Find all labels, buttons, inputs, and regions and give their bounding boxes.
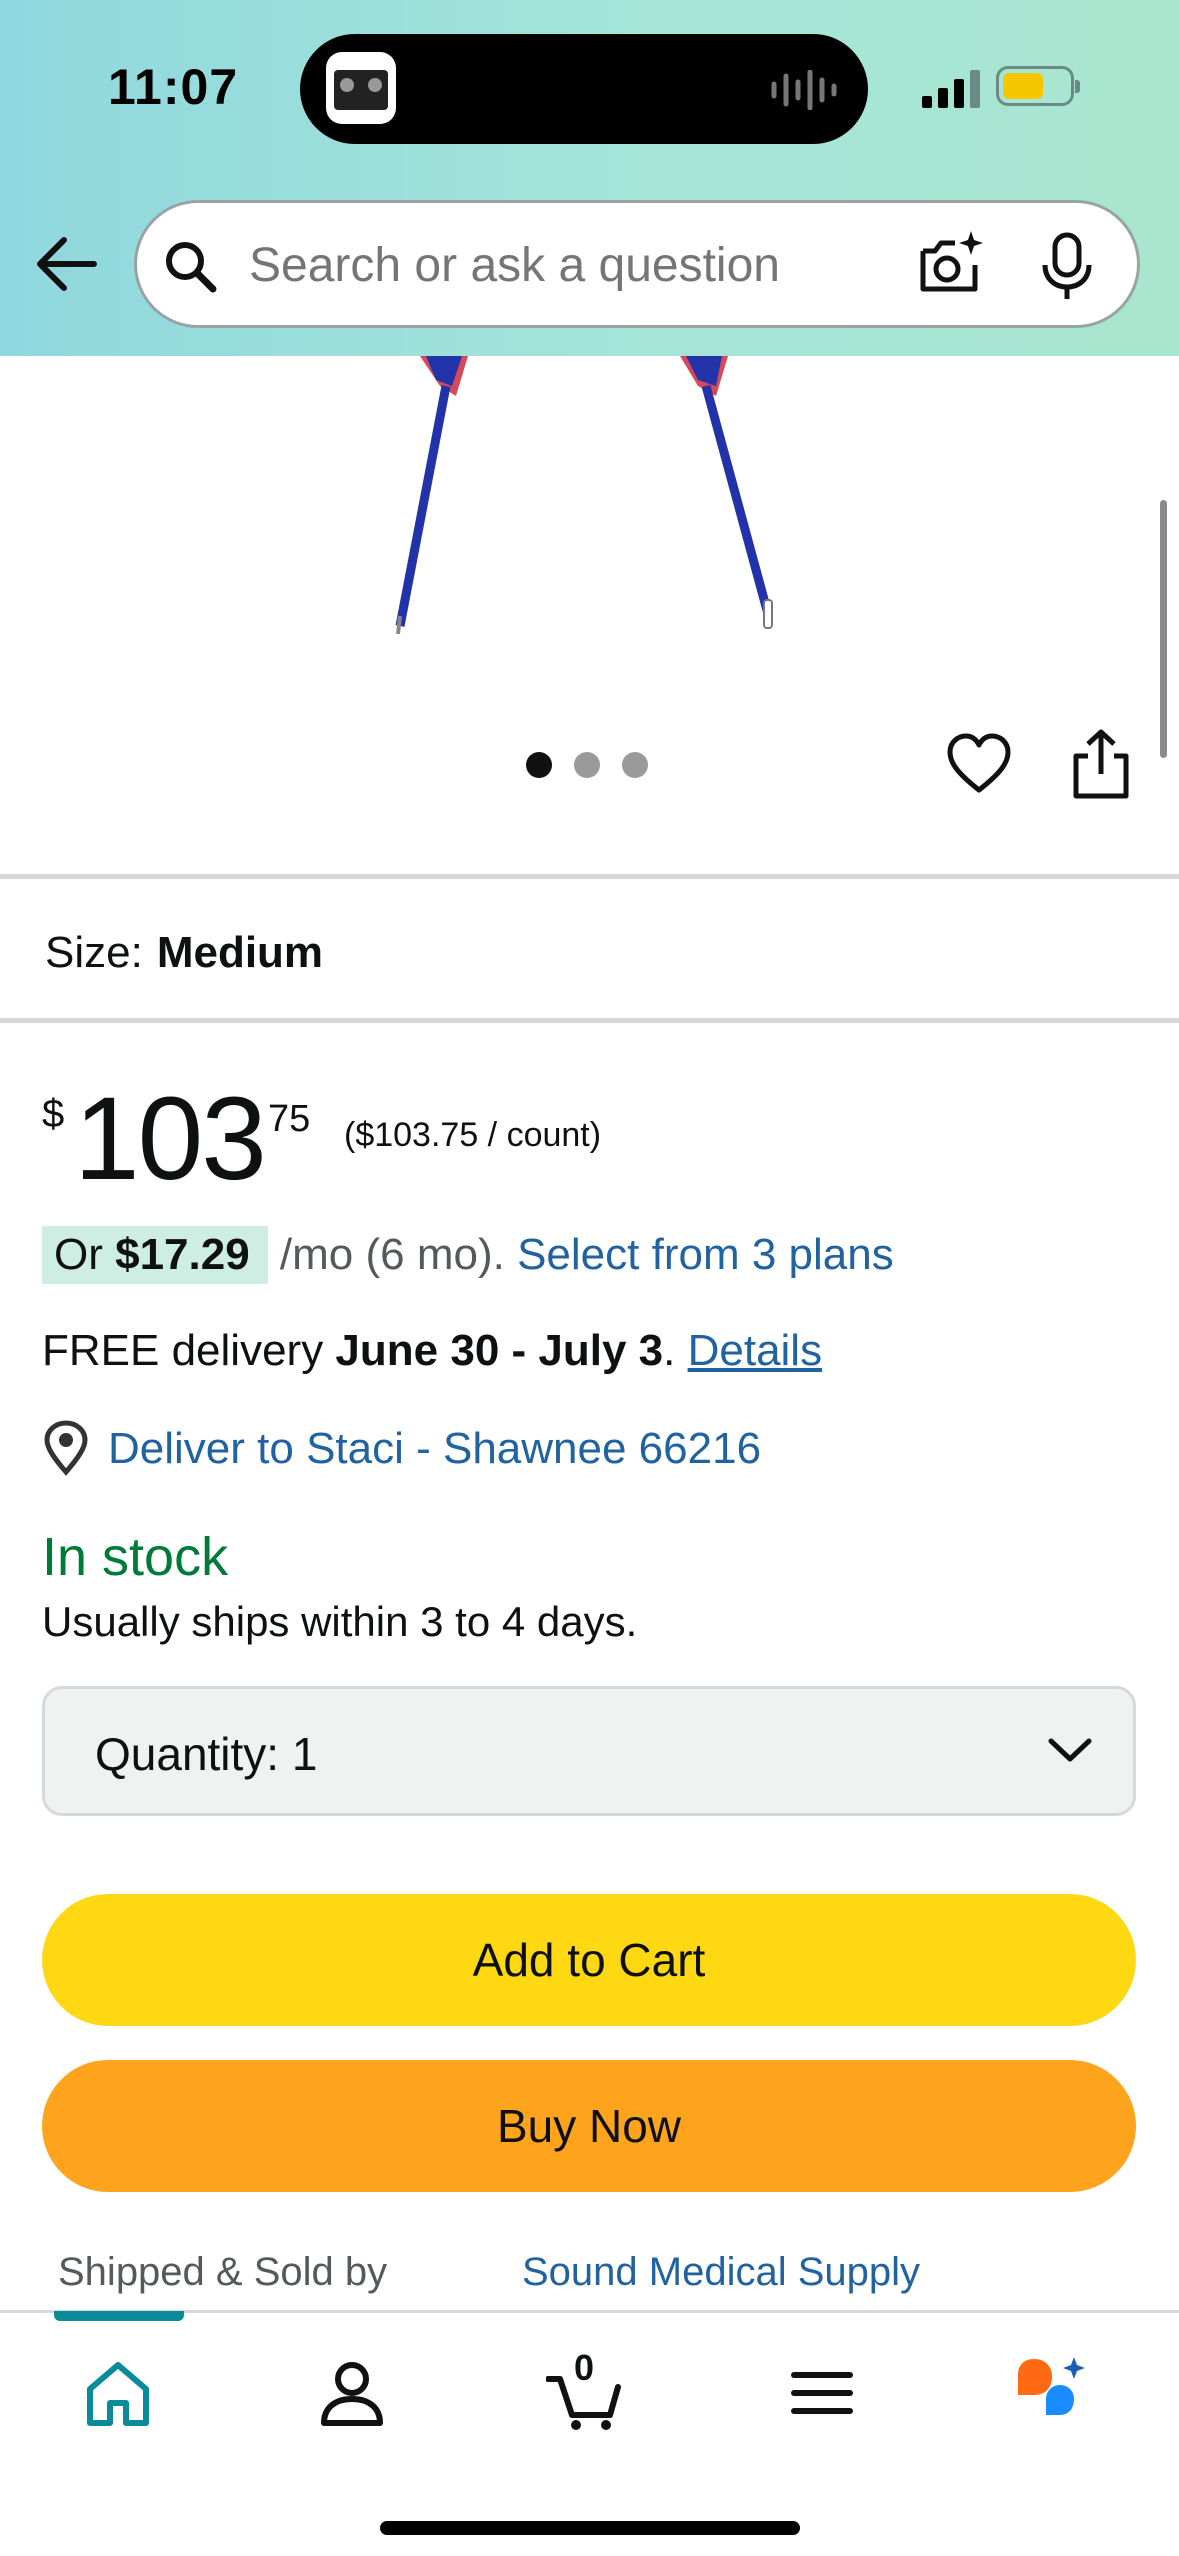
active-tab-indicator	[54, 2311, 184, 2321]
audio-waveform-icon	[771, 70, 837, 110]
menu-icon	[791, 2372, 853, 2414]
divider	[0, 1018, 1179, 1023]
gallery-page-indicator[interactable]	[526, 752, 648, 782]
mic-icon[interactable]	[1037, 231, 1097, 301]
buy-now-button[interactable]: Buy Now	[42, 2060, 1136, 2192]
camera-icon[interactable]	[915, 229, 985, 299]
heart-icon[interactable]	[946, 732, 1012, 798]
home-indicator	[380, 2521, 800, 2535]
location-pin-icon	[44, 1420, 88, 1476]
monthly-payment-badge: Or $17.29	[42, 1226, 268, 1284]
shipped-sold-by-label: Shipped & Sold by	[58, 2250, 388, 2294]
price-symbol: $	[42, 1092, 65, 1136]
share-icon[interactable]	[1070, 728, 1132, 800]
tab-account[interactable]	[312, 2353, 392, 2433]
bottom-tab-bar: 0	[0, 2310, 1179, 2556]
add-to-cart-button[interactable]: Add to Cart	[42, 1894, 1136, 2026]
search-bar[interactable]	[134, 200, 1140, 328]
deliver-to-text: Deliver to Staci - Shawnee 66216	[108, 1424, 762, 1473]
chevron-down-icon	[1048, 1738, 1092, 1762]
price-whole: 103	[74, 1073, 267, 1205]
size-value: Medium	[156, 928, 324, 977]
price-per-unit: ($103.75 / count)	[344, 1116, 602, 1154]
product-image-gallery[interactable]	[0, 356, 1179, 876]
quantity-dropdown[interactable]: Quantity: 1	[42, 1686, 1136, 1816]
delivery-details-link[interactable]: Details	[688, 1326, 823, 1375]
header: 11:07	[0, 0, 1179, 356]
cart-count-badge: 0	[574, 2347, 595, 2388]
live-activity-app-icon	[326, 52, 396, 124]
select-plans-link[interactable]: Select from 3 plans	[517, 1230, 894, 1279]
delivery-info: FREE delivery June 30 - July 3. Details	[42, 1326, 823, 1375]
shipping-estimate: Usually ships within 3 to 4 days.	[42, 1598, 638, 1645]
seller-link[interactable]: Sound Medical Supply	[522, 2250, 920, 2295]
home-icon	[87, 2362, 149, 2426]
quantity-label: Quantity: 1	[95, 1728, 318, 1780]
battery-icon	[996, 66, 1080, 106]
tab-home[interactable]	[78, 2353, 158, 2433]
search-input[interactable]	[249, 233, 869, 297]
tab-menu[interactable]	[782, 2353, 862, 2433]
size-label: Size:	[45, 928, 143, 977]
status-time: 11:07	[108, 59, 239, 115]
quantity-value: 1	[291, 1728, 318, 1780]
page-dot-3[interactable]	[622, 752, 648, 778]
monthly-payment: Or $17.29 /mo (6 mo). Select from 3 plan…	[42, 1226, 894, 1284]
price-fraction: 75	[268, 1098, 311, 1140]
monthly-term: /mo (6 mo).	[267, 1230, 505, 1279]
dynamic-island	[300, 34, 868, 144]
product-image	[395, 356, 773, 635]
back-arrow-icon[interactable]	[34, 232, 98, 296]
delivery-dates: June 30 - July 3	[335, 1326, 664, 1375]
tab-rufus-assistant[interactable]	[1012, 2353, 1092, 2433]
search-icon	[166, 242, 217, 293]
page-dot-1[interactable]	[526, 752, 552, 778]
divider	[0, 874, 1179, 879]
cellular-signal-icon	[922, 70, 980, 108]
scrollbar-thumb[interactable]	[1160, 500, 1167, 758]
page-dot-2[interactable]	[574, 752, 600, 778]
stock-status: In stock	[42, 1527, 229, 1587]
account-icon	[321, 2362, 383, 2426]
size-selector[interactable]: Size: Medium	[45, 928, 323, 978]
rufus-assistant-icon	[1018, 2357, 1085, 2415]
